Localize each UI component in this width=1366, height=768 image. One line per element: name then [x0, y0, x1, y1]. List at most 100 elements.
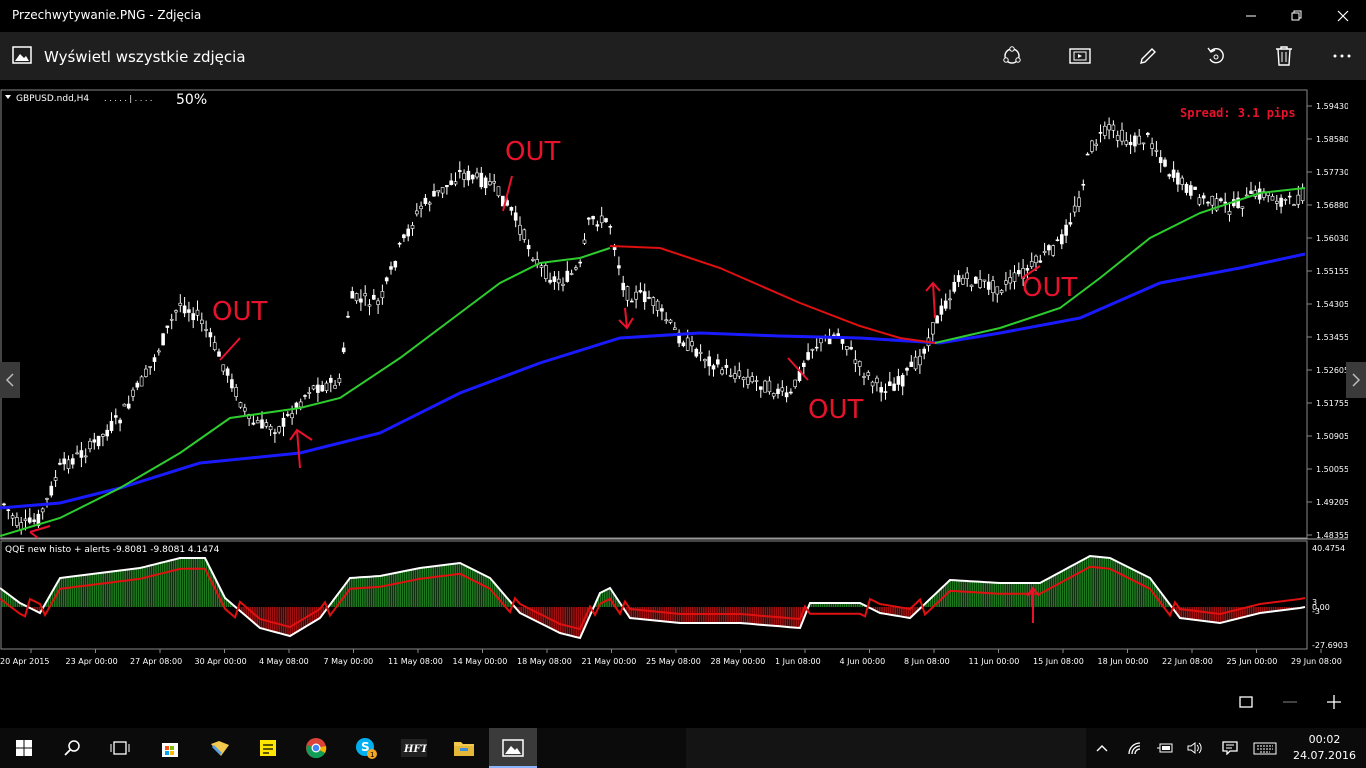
fit-to-window-button[interactable] [1226, 686, 1266, 718]
share-button[interactable] [988, 40, 1036, 72]
candle-body [169, 318, 174, 321]
skype-button[interactable]: S1 [342, 728, 390, 768]
price-tick-label: 1.59430 [1316, 102, 1348, 111]
candle-body [999, 290, 1004, 293]
candle-body [1266, 192, 1270, 196]
candle-body [1270, 195, 1275, 201]
candle-body [866, 372, 871, 377]
candle-body [655, 300, 660, 311]
sticky-notes-button[interactable] [244, 728, 292, 768]
network-button[interactable] [1124, 728, 1146, 768]
close-button[interactable] [1320, 0, 1366, 32]
photos-gallery-icon[interactable] [12, 46, 32, 64]
chrome-button[interactable] [292, 728, 340, 768]
photos-app-button[interactable] [489, 728, 537, 768]
candle-body [62, 458, 67, 465]
candle-body [341, 347, 346, 353]
candle-body [763, 380, 767, 393]
candle-body [126, 403, 131, 409]
start-button[interactable] [0, 728, 48, 768]
restore-button[interactable] [1274, 0, 1320, 32]
time-tick-label: 1 Jun 08:00 [775, 657, 821, 666]
time-tick-label: 23 Apr 00:00 [66, 657, 118, 666]
candle-body [664, 319, 669, 322]
candle-body [225, 368, 230, 376]
zoom-in-button[interactable] [1314, 686, 1354, 718]
battery-button[interactable] [1154, 728, 1176, 768]
candle-body [900, 374, 905, 387]
price-tick-label: 1.48355 [1316, 531, 1348, 540]
candle-body [1249, 190, 1253, 194]
candle-body [397, 242, 402, 245]
candle-body [1158, 157, 1163, 164]
candle-body [1081, 183, 1086, 186]
candle-body [23, 518, 28, 522]
taskbar: S1 HFT 00:02 24.07.2016 [0, 728, 1366, 768]
delete-icon [1276, 46, 1292, 66]
candle-body [470, 174, 475, 180]
candle-body [1025, 268, 1030, 271]
candle-body [1283, 199, 1288, 201]
candle-body [982, 279, 987, 282]
share-icon [1003, 46, 1021, 64]
candle-body [681, 342, 686, 347]
candle-body [122, 403, 127, 407]
view-all-photos-link[interactable]: Wyświetl wszystkie zdjęcia [44, 48, 246, 66]
chevron-right-icon [1352, 373, 1361, 387]
candle-body [1180, 177, 1184, 185]
candle-body [548, 279, 552, 283]
slideshow-button[interactable] [1056, 40, 1104, 72]
rotate-button[interactable] [1192, 40, 1240, 72]
candle-body [1206, 201, 1210, 204]
speaker-icon [1187, 742, 1202, 754]
zoom-out-button[interactable] [1270, 686, 1310, 718]
time-tick-label: 30 Apr 00:00 [195, 657, 247, 666]
next-photo-button[interactable] [1346, 362, 1366, 398]
file-explorer-button[interactable] [440, 728, 488, 768]
task-view-button[interactable] [96, 728, 144, 768]
time-tick-label: 18 Jun 00:00 [1098, 657, 1149, 666]
price-tick-label: 1.53455 [1316, 333, 1348, 342]
show-hidden-icons-button[interactable] [1090, 728, 1114, 768]
candle-body [440, 187, 445, 194]
candle-body [961, 277, 965, 285]
candle-body [905, 367, 909, 371]
candle-body [1103, 125, 1107, 136]
candle-body [1244, 194, 1249, 197]
candle-body [1141, 142, 1146, 145]
minimize-button[interactable] [1228, 0, 1274, 32]
price-tick-label: 1.55155 [1316, 267, 1348, 276]
out-label: OUT [808, 395, 863, 425]
previous-photo-button[interactable] [0, 362, 20, 398]
candle-body [285, 414, 290, 416]
more-icon [1333, 54, 1351, 58]
maps-notes-button[interactable] [196, 728, 244, 768]
candle-body [208, 332, 213, 338]
touch-keyboard-button[interactable] [1250, 728, 1280, 768]
slideshow-icon [1069, 48, 1091, 64]
action-center-button[interactable] [1218, 728, 1242, 768]
chevron-up-icon [1096, 745, 1108, 752]
candle-body [586, 217, 591, 220]
clock[interactable]: 00:02 24.07.2016 [1293, 732, 1356, 764]
hft-button[interactable]: HFT [390, 728, 438, 768]
symbol-label: GBPUSD.ndd,H4 [16, 94, 89, 104]
price-tick-label: 1.52605 [1316, 366, 1348, 375]
volume-button[interactable] [1184, 728, 1206, 768]
store-button[interactable] [146, 728, 194, 768]
time-tick-label: 7 May 00:00 [324, 657, 374, 666]
app-bar: Wyświetl wszystkie zdjęcia [0, 32, 1366, 80]
candle-body [509, 207, 514, 211]
store-icon [162, 743, 178, 757]
candle-body [595, 224, 600, 227]
delete-button[interactable] [1260, 40, 1308, 72]
more-button[interactable] [1318, 40, 1366, 72]
candle-body [1210, 195, 1215, 206]
candle-body [316, 384, 320, 393]
candle-body [943, 300, 948, 309]
edit-button[interactable] [1124, 40, 1172, 72]
search-button[interactable] [48, 728, 96, 768]
candle-body [853, 359, 858, 364]
candle-body [178, 302, 183, 306]
candle-body [15, 517, 19, 526]
